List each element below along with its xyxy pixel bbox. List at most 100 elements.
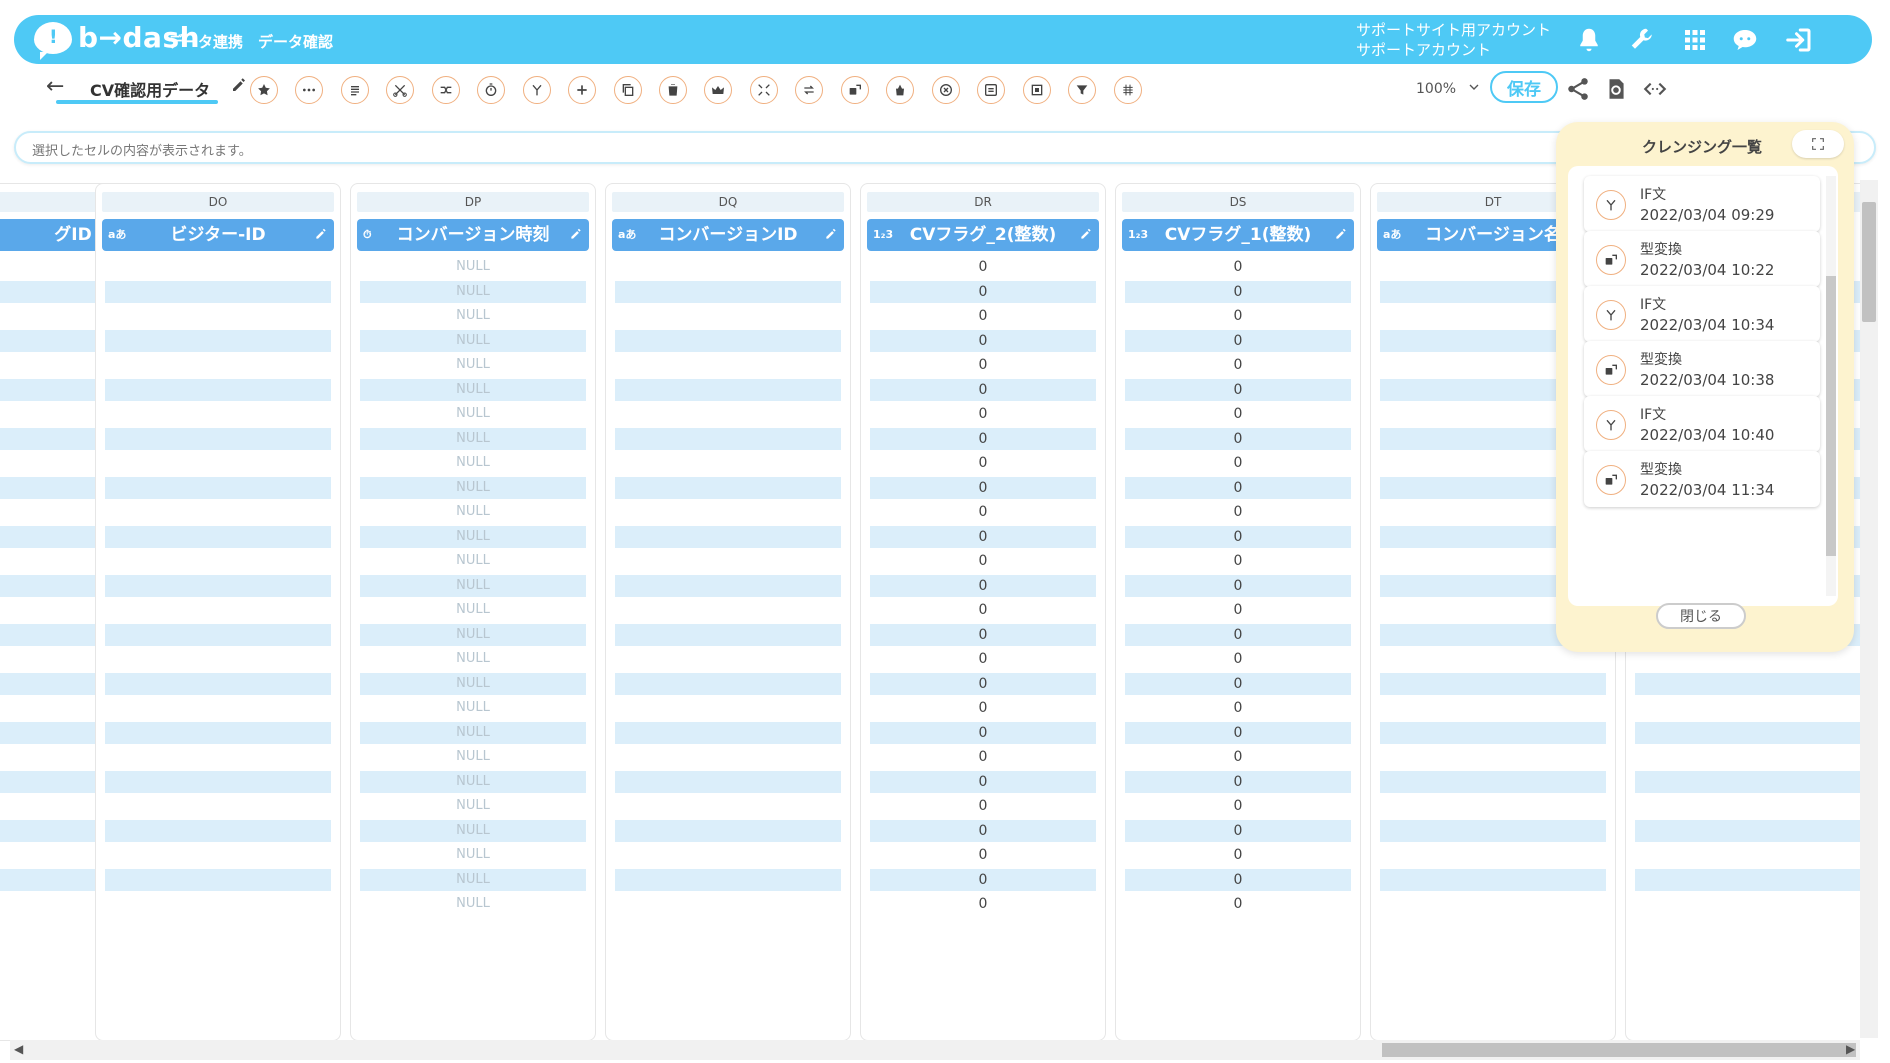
table-cell[interactable]: [615, 672, 841, 695]
edit-column-pencil-icon[interactable]: [824, 227, 838, 241]
table-cell[interactable]: 0: [870, 452, 1096, 474]
table-cell[interactable]: NULL: [360, 893, 586, 915]
table-cell[interactable]: NULL: [360, 452, 586, 474]
table-cell[interactable]: 0: [870, 844, 1096, 866]
vertical-scrollbar[interactable]: [1860, 180, 1878, 1038]
table-cell[interactable]: [1635, 795, 1860, 817]
table-cell[interactable]: 0: [1125, 599, 1351, 621]
type-convert-icon[interactable]: [841, 76, 869, 104]
table-cell[interactable]: [615, 770, 841, 793]
table-cell[interactable]: 0: [1125, 893, 1351, 915]
table-cell[interactable]: [105, 599, 331, 621]
frame-icon[interactable]: [1023, 76, 1051, 104]
table-cell[interactable]: NULL: [360, 501, 586, 523]
table-cell[interactable]: NULL: [360, 868, 586, 891]
table-cell[interactable]: [615, 452, 841, 474]
repeat-icon[interactable]: [795, 76, 823, 104]
table-cell[interactable]: 0: [870, 868, 1096, 891]
table-cell[interactable]: 0: [870, 648, 1096, 670]
table-cell[interactable]: [105, 354, 331, 376]
table-cell[interactable]: [105, 868, 331, 891]
close-button[interactable]: 閉じる: [1656, 603, 1746, 629]
table-cell[interactable]: [105, 893, 331, 915]
table-cell[interactable]: [105, 648, 331, 670]
table-cell[interactable]: NULL: [360, 844, 586, 866]
table-cell[interactable]: [1635, 819, 1860, 842]
column-header[interactable]: ⏱ コンバージョン時刻: [357, 219, 589, 251]
table-cell[interactable]: [615, 795, 841, 817]
table-cell[interactable]: [105, 525, 331, 548]
table-cell[interactable]: 0: [870, 893, 1096, 915]
table-cell[interactable]: 0: [1125, 648, 1351, 670]
table-cell[interactable]: NULL: [360, 623, 586, 646]
table-cell[interactable]: 0: [1125, 550, 1351, 572]
table-cell[interactable]: [105, 427, 331, 450]
table-cell[interactable]: [1380, 697, 1606, 719]
column-header[interactable]: aあ ビジター-ID: [102, 219, 334, 251]
table-cell[interactable]: 0: [870, 501, 1096, 523]
table-cell[interactable]: [1635, 672, 1860, 695]
table-cell[interactable]: [1635, 893, 1860, 915]
table-cell[interactable]: 0: [1125, 354, 1351, 376]
table-cell[interactable]: NULL: [360, 329, 586, 352]
table-cell[interactable]: [615, 280, 841, 303]
table-cell[interactable]: [105, 452, 331, 474]
column-header[interactable]: 1₂3 CVフラグ_2(整数): [867, 219, 1099, 251]
table-cell[interactable]: [615, 893, 841, 915]
table-cell[interactable]: [105, 795, 331, 817]
table-cell[interactable]: NULL: [360, 550, 586, 572]
fullscreen-icon[interactable]: [1792, 130, 1844, 158]
table-cell[interactable]: [105, 280, 331, 303]
cleansing-item[interactable]: 型変換 2022/03/04 11:34: [1584, 451, 1820, 507]
table-cell[interactable]: [1635, 844, 1860, 866]
cleansing-item[interactable]: IF文 2022/03/04 10:40: [1584, 396, 1820, 452]
edit-title-pencil-icon[interactable]: [230, 76, 248, 98]
column-letter[interactable]: DS: [1122, 192, 1354, 212]
table-cell[interactable]: NULL: [360, 525, 586, 548]
table-cell[interactable]: 0: [1125, 427, 1351, 450]
table-cell[interactable]: 0: [870, 770, 1096, 793]
table-cell[interactable]: 0: [1125, 378, 1351, 401]
table-cell[interactable]: [105, 305, 331, 327]
table-cell[interactable]: [1635, 721, 1860, 744]
table-cell[interactable]: NULL: [360, 476, 586, 499]
cancel-circle-icon[interactable]: [932, 76, 960, 104]
expand-icon[interactable]: [750, 76, 778, 104]
share-icon[interactable]: [1565, 76, 1591, 102]
table-cell[interactable]: [105, 697, 331, 719]
table-cell[interactable]: [615, 501, 841, 523]
table-cell[interactable]: [105, 256, 331, 278]
swap-icon[interactable]: [977, 76, 1005, 104]
table-cell[interactable]: [615, 599, 841, 621]
table-cell[interactable]: [615, 305, 841, 327]
plus-icon[interactable]: [568, 76, 596, 104]
table-cell[interactable]: [1380, 868, 1606, 891]
account-info[interactable]: サポートサイト用アカウント サポートアカウント: [1356, 20, 1551, 60]
favorite-star-icon[interactable]: [250, 76, 278, 104]
table-cell[interactable]: NULL: [360, 746, 586, 768]
table-cell[interactable]: NULL: [360, 648, 586, 670]
table-cell[interactable]: [615, 844, 841, 866]
table-cell[interactable]: 0: [1125, 256, 1351, 278]
bell-icon[interactable]: [1574, 25, 1604, 55]
pivot-icon[interactable]: [1114, 76, 1142, 104]
column-letter[interactable]: DR: [867, 192, 1099, 212]
cleansing-item[interactable]: 型変換 2022/03/04 10:38: [1584, 341, 1820, 397]
table-cell[interactable]: NULL: [360, 795, 586, 817]
table-cell[interactable]: [1380, 721, 1606, 744]
table-cell[interactable]: 0: [870, 476, 1096, 499]
table-cell[interactable]: 0: [870, 599, 1096, 621]
crown-icon[interactable]: [704, 76, 732, 104]
table-cell[interactable]: 0: [1125, 476, 1351, 499]
table-cell[interactable]: [615, 697, 841, 719]
code-icon[interactable]: [1642, 76, 1668, 102]
cleansing-item[interactable]: 型変換 2022/03/04 10:22: [1584, 231, 1820, 287]
table-cell[interactable]: 0: [1125, 868, 1351, 891]
table-cell[interactable]: NULL: [360, 403, 586, 425]
table-cell[interactable]: [1380, 893, 1606, 915]
nav-data-integration[interactable]: データ連携: [168, 31, 243, 52]
table-cell[interactable]: [615, 574, 841, 597]
table-cell[interactable]: 0: [870, 280, 1096, 303]
table-cell[interactable]: 0: [1125, 672, 1351, 695]
table-cell[interactable]: [105, 721, 331, 744]
